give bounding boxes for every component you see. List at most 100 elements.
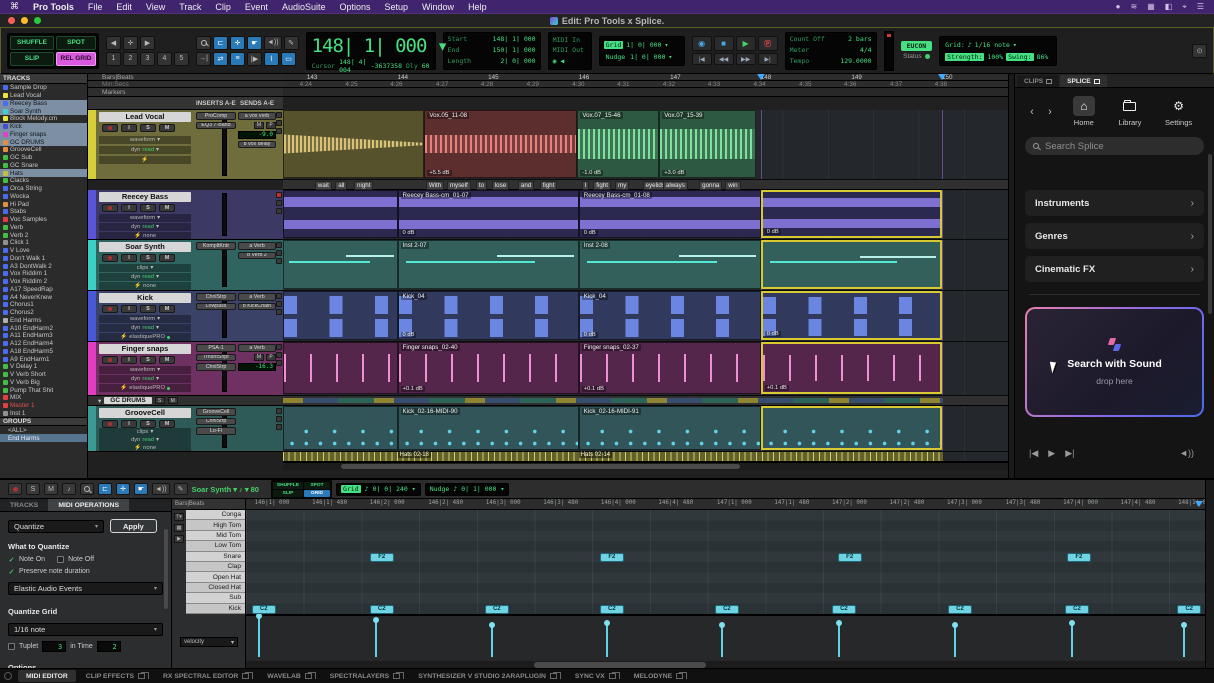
send-slot[interactable]: b vox delay — [238, 141, 276, 149]
splice-category-card[interactable]: Instruments› — [1025, 190, 1204, 216]
lyric-marker[interactable]: gonna — [699, 181, 722, 190]
drum-lane-label[interactable]: Low Tom — [186, 541, 245, 551]
track-list-item[interactable]: Stabs — [0, 208, 87, 216]
midi-note[interactable]: F2 — [1067, 553, 1091, 562]
midi-clip[interactable]: Kick_02-16-MIDI-90 — [398, 406, 579, 450]
track-list-header[interactable]: TRACKS — [0, 74, 87, 84]
group-mute-button[interactable]: M — [168, 397, 178, 404]
lyric-marker[interactable]: I — [582, 181, 590, 190]
mini-button[interactable] — [276, 293, 282, 299]
lane-groovecell[interactable]: Kick_02-16-MIDI-90 Kick_02-16-MIDI-91 — [283, 406, 1008, 452]
audio-clip[interactable]: 0 dB — [761, 291, 942, 340]
track-list-item[interactable]: A17 SpeedRap — [0, 286, 87, 294]
lane-soar-synth[interactable]: Inst 2-07 Inst 2-08 — [283, 240, 1008, 291]
track-list-item[interactable]: Hi Pad — [0, 200, 87, 208]
velocity-stem[interactable] — [721, 624, 723, 657]
audio-clip[interactable]: Kick_04 0 dB — [579, 291, 761, 340]
count-off-box[interactable]: Count Off2 bars Meter4/4 Tempo129.0000 — [785, 32, 877, 70]
lyric-marker[interactable]: to — [476, 181, 487, 190]
minsecs-ruler[interactable]: 4:244:254:264:274:284:294:304:314:324:33… — [283, 81, 1008, 88]
edit-mode-button[interactable]: SLIP — [273, 490, 303, 497]
splice-category-card[interactable]: Genres› — [1025, 223, 1204, 249]
menubar-item[interactable]: File — [88, 2, 103, 12]
menubar-item[interactable]: Edit — [116, 2, 132, 12]
lane-lead-vocal[interactable]: Vox.05_11-08 +5.5 dB Vox.07_15-46 -1.0 d… — [283, 110, 1008, 180]
scrub-tool-button[interactable]: ◄)) — [152, 483, 170, 495]
track-name[interactable]: Finger snaps — [99, 344, 191, 354]
audio-clip[interactable] — [283, 110, 424, 178]
input-monitor-button[interactable]: I — [121, 254, 137, 262]
insert-slot[interactable]: ChnlStrp — [196, 363, 236, 371]
midi-note[interactable]: C2 — [370, 605, 394, 614]
audio-clip[interactable] — [283, 291, 398, 340]
mute-button[interactable]: M — [159, 356, 175, 364]
automation-mode-selector[interactable]: dynread ▾ — [99, 324, 191, 332]
menubar-item[interactable]: Window — [422, 2, 454, 12]
track-list-item[interactable]: A3 DontWalk 2 — [0, 262, 87, 270]
bottom-tab[interactable]: RX SPECTRAL EDITOR — [155, 670, 257, 682]
zoom-preset-button[interactable]: 3 — [140, 52, 155, 66]
nav-settings[interactable]: ⚙Settings — [1165, 96, 1192, 127]
group-solo-button[interactable]: S — [155, 397, 165, 404]
track-list-item[interactable]: End Harms — [0, 317, 87, 325]
input-monitor-button[interactable]: I — [121, 124, 137, 132]
insert-slot[interactable]: ProComp — [196, 112, 236, 120]
insert-slot[interactable]: ChnlStrp — [196, 418, 236, 426]
track-list-item[interactable]: Finger snaps — [0, 131, 87, 139]
clip-gain[interactable]: 0 dB — [401, 230, 417, 236]
lane-finger-snaps[interactable]: Finger snaps_02-40 +0.1 dB Finger snaps_… — [283, 342, 1008, 396]
ops-tab[interactable]: MIDI OPERATIONS — [48, 499, 129, 511]
drum-lane-label[interactable]: Snare — [186, 552, 245, 562]
edit-mode-button[interactable]: GRID — [304, 490, 330, 497]
insert-slot[interactable]: GrooveCell — [196, 408, 236, 416]
midi-clip[interactable] — [761, 240, 942, 289]
bottom-tab[interactable]: SYNC VX — [567, 670, 624, 682]
track-list-item[interactable]: Chorus1 — [0, 301, 87, 309]
drum-lane-label[interactable]: Mid Tom — [186, 531, 245, 541]
solo-button[interactable]: S — [140, 305, 156, 313]
velocity-stem[interactable] — [375, 619, 377, 657]
zoom-preset-button[interactable]: 2 — [123, 52, 138, 66]
scrub-tool-button[interactable]: ◄)) — [264, 36, 282, 50]
midi-clip[interactable] — [761, 406, 942, 450]
track-name[interactable]: GrooveCell — [99, 408, 191, 418]
menubar-status-icon[interactable]: ⌖ — [1182, 2, 1187, 12]
link-timeline-edit-button[interactable]: ⇄ — [213, 52, 228, 66]
track-list-item[interactable]: Sample Drop — [0, 84, 87, 92]
track-list-item[interactable]: A4 NeverKnew — [0, 293, 87, 301]
insert-slot[interactable]: Lo-Fi — [196, 427, 236, 435]
stop-button[interactable]: ■ — [714, 36, 734, 51]
automation-mode-selector[interactable]: dynread ▾ — [99, 375, 191, 383]
track-list-item[interactable]: V Verb Big — [0, 379, 87, 387]
track-view-selector[interactable]: waveform ▾ — [99, 136, 191, 144]
midi-note[interactable]: F2 — [370, 553, 394, 562]
play-lane-icon[interactable]: ▶ — [174, 535, 184, 543]
note-display-icon[interactable]: ▦ — [174, 524, 184, 532]
send-gain-readout[interactable]: -16.3 — [238, 363, 276, 371]
send-slot[interactable]: b KickChain — [238, 303, 276, 311]
menubar-item[interactable]: Setup — [385, 2, 409, 12]
send-gain-readout[interactable]: -9.0 — [238, 131, 276, 139]
rewind-button[interactable]: ◀◀ — [714, 53, 734, 65]
swing-toggle[interactable]: Swing: — [1006, 53, 1033, 61]
track-list-item[interactable]: Verb 2 — [0, 231, 87, 239]
lyric-marker[interactable]: always — [663, 181, 688, 190]
track-list-item[interactable]: GC Sub — [0, 154, 87, 162]
grid-value[interactable]: 1| 0| 000 — [626, 41, 661, 49]
splice-scrollbar[interactable] — [1208, 154, 1212, 314]
track-list-item[interactable]: Soar Synth — [0, 107, 87, 115]
insert-slot[interactable]: ChnlStrp — [196, 293, 236, 301]
record-enable-button[interactable] — [8, 483, 22, 495]
track-list-item[interactable]: Pump That Shit — [0, 386, 87, 394]
track-list-item[interactable]: Hats — [0, 169, 87, 177]
insert-slot[interactable]: KompltKntr — [196, 242, 236, 250]
timeline-selection-marker[interactable] — [938, 74, 946, 80]
go-to-end-button[interactable]: ▶| — [758, 53, 778, 65]
operation-dropdown[interactable]: Quantize▾ — [8, 520, 104, 533]
track-view-selector[interactable]: waveform ▾ — [99, 366, 191, 374]
track-list-item[interactable]: V Verb Short — [0, 371, 87, 379]
track-list-item[interactable]: V Delay 1 — [0, 363, 87, 371]
menubar-status-icon[interactable]: ≋ — [1130, 2, 1137, 12]
track-name[interactable]: Lead Vocal — [99, 112, 191, 122]
midi-clip[interactable] — [283, 406, 398, 450]
